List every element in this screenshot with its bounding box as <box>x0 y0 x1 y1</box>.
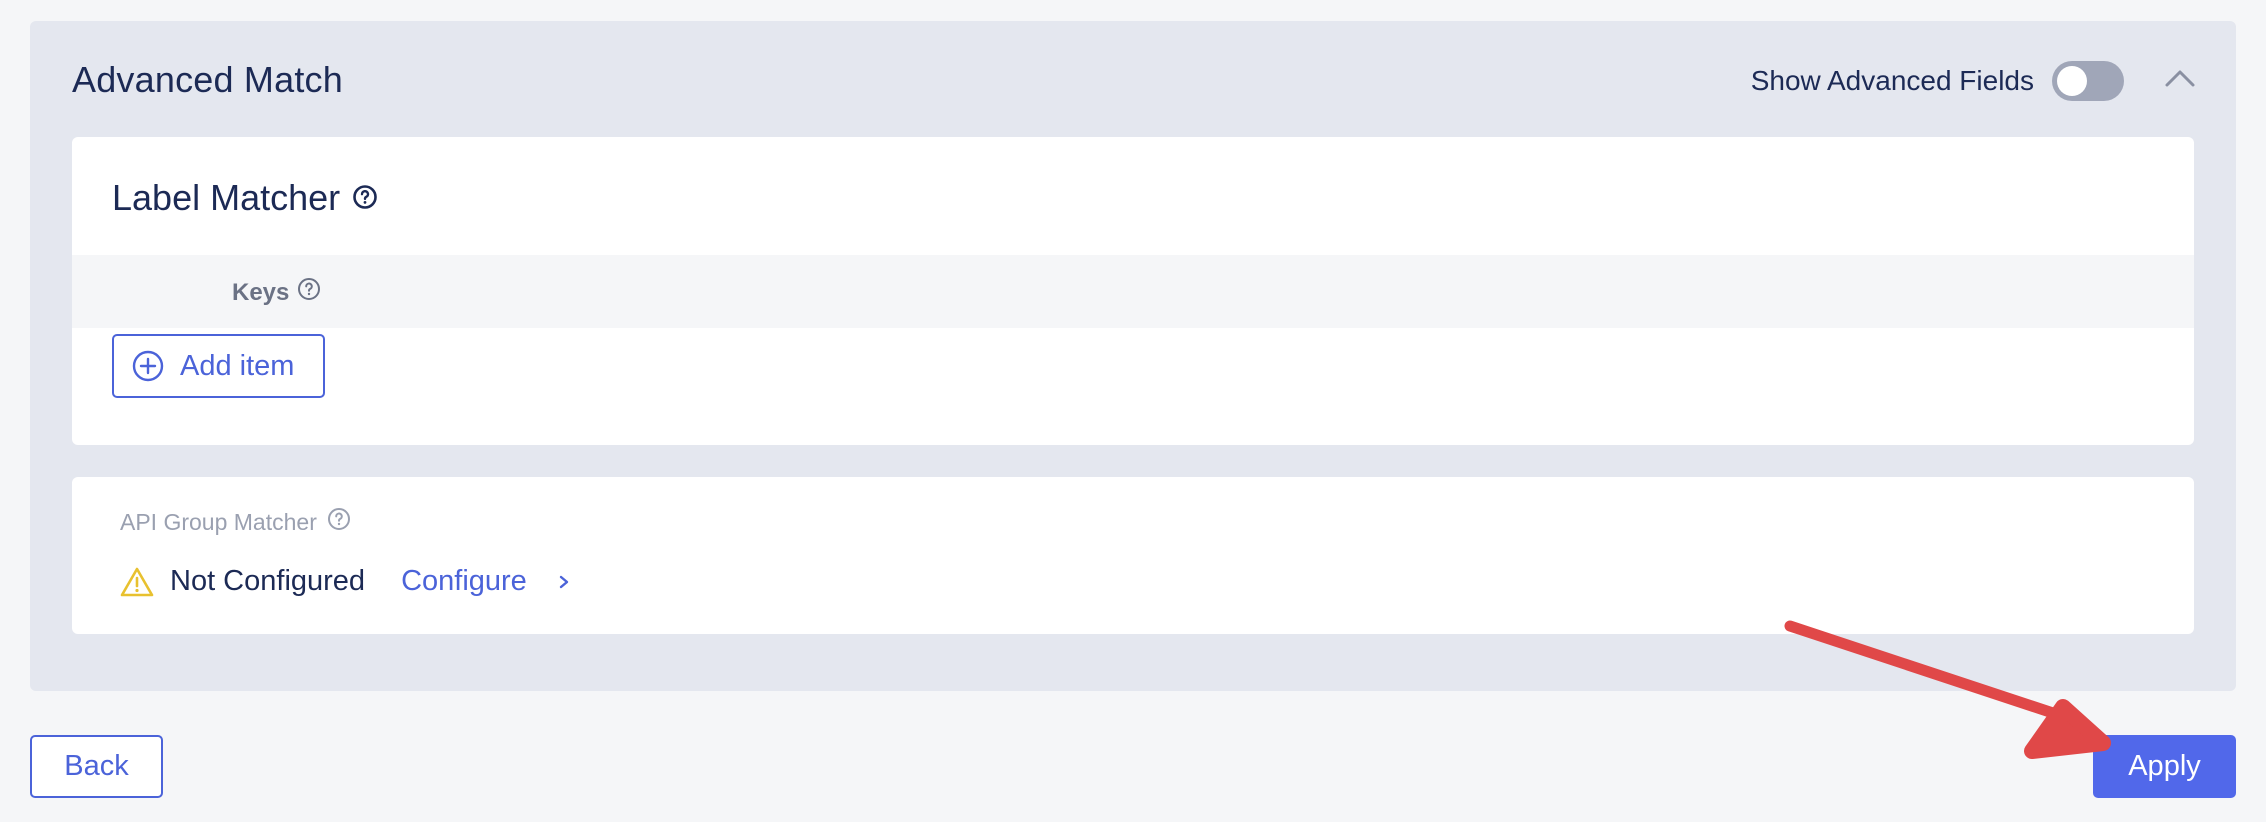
keys-header-label: Keys <box>232 278 290 306</box>
api-group-matcher-label: API Group Matcher <box>120 508 317 535</box>
add-item-button[interactable]: Add item <box>112 334 325 398</box>
show-advanced-fields-label: Show Advanced Fields <box>1750 65 2034 96</box>
advanced-match-panel: Advanced Match Show Advanced Fields Labe… <box>30 21 2236 691</box>
add-item-label: Add item <box>180 349 295 382</box>
api-group-status-row: Not Configured Configure <box>120 565 571 598</box>
api-group-matcher-header: API Group Matcher <box>120 507 351 537</box>
apply-button[interactable]: Apply <box>2093 735 2236 798</box>
show-advanced-fields-control: Show Advanced Fields <box>1751 61 2124 101</box>
configure-link[interactable]: Configure <box>401 565 527 598</box>
chevron-up-icon <box>2165 70 2195 87</box>
plus-circle-icon <box>132 350 164 382</box>
label-matcher-title-row: Label Matcher <box>112 177 378 219</box>
show-advanced-fields-toggle[interactable] <box>2052 61 2124 101</box>
chevron-right-icon[interactable] <box>557 572 571 592</box>
api-group-matcher-card: API Group Matcher Not Configured Configu… <box>72 477 2194 634</box>
warning-triangle-icon <box>120 567 154 596</box>
status-text: Not Configured <box>170 565 366 597</box>
help-circle-icon[interactable] <box>297 277 321 308</box>
help-circle-icon[interactable] <box>352 177 378 219</box>
panel-title: Advanced Match <box>72 59 343 100</box>
toggle-knob <box>2057 66 2087 96</box>
back-button[interactable]: Back <box>30 735 163 798</box>
label-matcher-card: Label Matcher Keys Add item <box>72 137 2194 445</box>
keys-header-row: Keys <box>72 255 2194 328</box>
keys-header: Keys <box>232 277 321 308</box>
help-circle-icon[interactable] <box>327 507 351 537</box>
label-matcher-title: Label Matcher <box>112 177 341 218</box>
collapse-button[interactable] <box>2160 63 2200 93</box>
